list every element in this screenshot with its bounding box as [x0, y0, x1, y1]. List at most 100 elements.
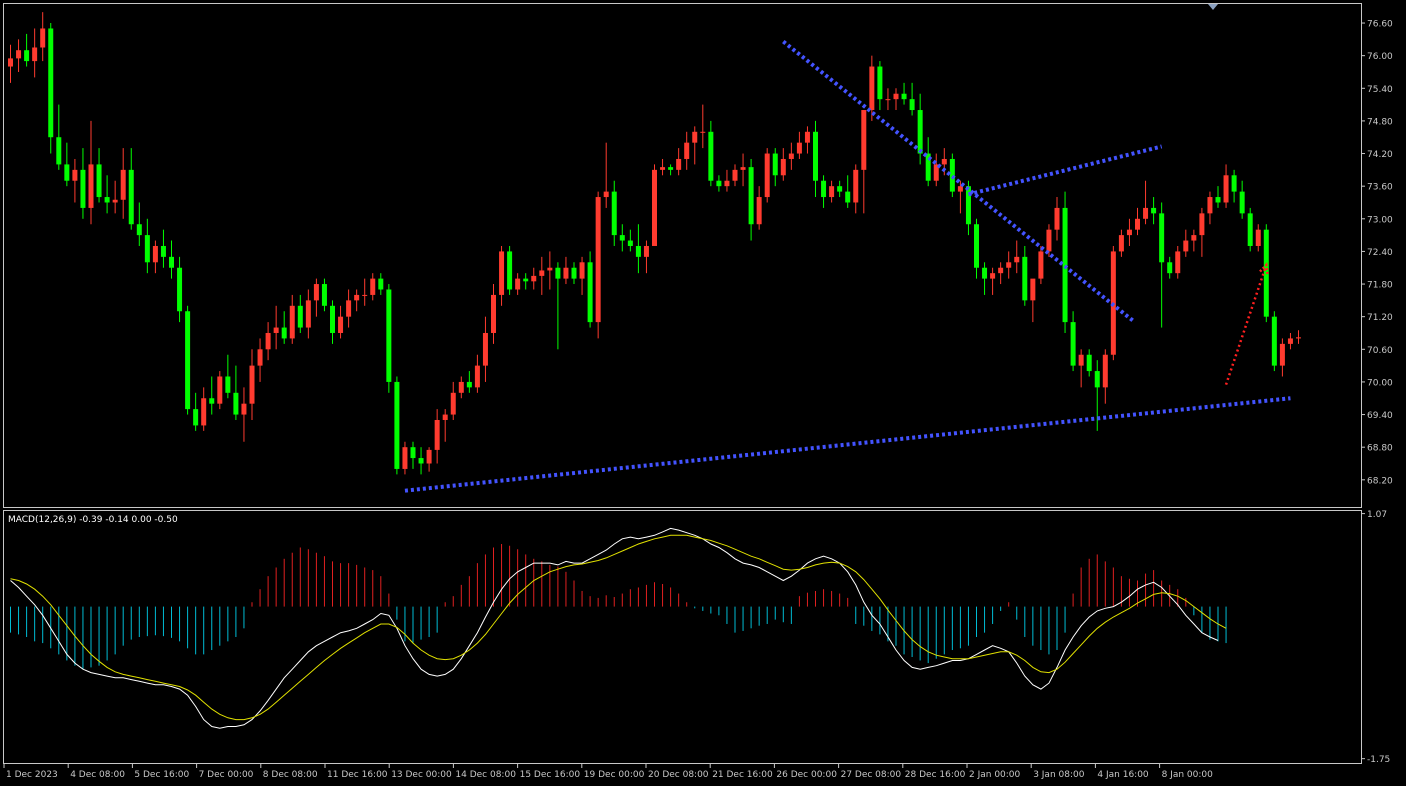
candle: [185, 305, 191, 415]
chart-root: 76.60 76.00 75.40 74.80 74.20 73.60 73.00 72.40…: [0, 0, 1406, 786]
candle-body: [869, 66, 875, 111]
candle-body: [458, 381, 464, 393]
candle: [48, 23, 54, 154]
candle-body: [837, 186, 843, 192]
candle: [1038, 245, 1044, 285]
candle-body: [813, 131, 818, 181]
candle-body: [313, 284, 319, 301]
candle-body: [193, 409, 199, 426]
time-tick-label: 14 Dec 08:00: [455, 770, 516, 780]
candle-body: [201, 398, 207, 426]
candle-body: [821, 180, 827, 198]
candle-body: [796, 142, 802, 154]
candle-body: [426, 449, 432, 464]
candle-body: [1167, 262, 1173, 274]
candle-body: [1191, 235, 1197, 241]
candle-body: [1296, 337, 1301, 339]
candle-body: [1094, 371, 1100, 388]
time-tick-label: 1 Dec 2023: [6, 770, 58, 780]
candle-body: [603, 191, 609, 198]
candle-body: [209, 398, 215, 404]
candle-body: [40, 28, 46, 48]
candle-body: [289, 305, 295, 339]
candle-body: [1014, 256, 1020, 263]
candle: [217, 371, 223, 410]
candle-body: [515, 278, 521, 290]
time-tick-label: 2 Jan 00:00: [969, 770, 1021, 780]
candle-body: [740, 167, 746, 170]
candle-body: [442, 414, 448, 420]
candle-body: [853, 169, 859, 203]
candle: [595, 191, 601, 339]
candle-body: [523, 278, 529, 282]
candle-body: [499, 251, 505, 295]
macd-tick-label: -1.75: [1367, 755, 1390, 765]
candle-body: [64, 164, 70, 181]
macd-tick-label: 1.07: [1367, 510, 1387, 520]
candle-body: [635, 245, 641, 257]
candle-body: [185, 311, 191, 410]
candle-body: [643, 245, 649, 257]
candle-body: [619, 235, 625, 241]
candle-body: [16, 50, 22, 59]
candle-body: [330, 305, 335, 333]
price-tick-label: 68.20: [1367, 476, 1393, 486]
candle-body: [169, 256, 174, 268]
candle-body: [241, 403, 247, 415]
time-tick-label: 19 Dec 00:00: [584, 770, 645, 780]
candle-body: [233, 392, 239, 415]
price-tick-label: 76.60: [1367, 20, 1393, 30]
time-tick-label: 4 Dec 08:00: [70, 770, 125, 780]
candle-body: [1287, 338, 1293, 344]
candle-body: [1231, 175, 1237, 192]
candle-body: [152, 245, 158, 263]
candle-body: [450, 392, 456, 415]
candle-body: [563, 267, 569, 279]
candle-body: [394, 381, 400, 469]
candle-body: [949, 158, 955, 192]
candle-body: [466, 381, 472, 388]
price-tick-label: 75.40: [1367, 85, 1393, 95]
candle-body: [410, 447, 416, 459]
candle-body: [1086, 354, 1092, 372]
candle-body: [732, 169, 738, 181]
candle-body: [257, 349, 263, 366]
candle-body: [780, 158, 786, 176]
candle-body: [788, 153, 794, 159]
candle-body: [684, 142, 690, 159]
candle-body: [482, 332, 488, 366]
candle-body: [273, 327, 279, 333]
candle: [587, 251, 593, 328]
candle-body: [80, 169, 86, 208]
candle-body: [136, 224, 142, 236]
candle-body: [1223, 175, 1229, 203]
candle: [507, 245, 513, 295]
candle-body: [88, 164, 94, 208]
candle-body: [1151, 207, 1157, 214]
candle-body: [1054, 207, 1060, 230]
time-tick-label: 4 Jan 16:00: [1097, 770, 1149, 780]
candle-body: [1271, 316, 1277, 366]
time-tick-label: 21 Dec 16:00: [712, 770, 773, 780]
time-tick-label: 8 Dec 08:00: [263, 770, 318, 780]
time-tick-label: 15 Dec 16:00: [520, 770, 581, 780]
candle-body: [772, 153, 778, 176]
candle-body: [547, 267, 553, 271]
candle-body: [829, 186, 835, 198]
time-tick-label: 26 Dec 00:00: [776, 770, 837, 780]
time-tick-label: 5 Dec 16:00: [134, 770, 189, 780]
candle-body: [346, 300, 352, 317]
candle-body: [1199, 213, 1205, 236]
candle-body: [1143, 207, 1149, 219]
time-tick-label: 8 Jan 00:00: [1162, 770, 1214, 780]
candle-body: [96, 164, 102, 198]
candle-body: [1062, 207, 1068, 323]
candle-body: [579, 262, 585, 279]
time-tick-label: 11 Dec 16:00: [327, 770, 388, 780]
candle-body: [434, 419, 440, 450]
candle-body: [402, 447, 408, 469]
candle-body: [845, 191, 851, 203]
candle-body: [225, 376, 231, 393]
candle-body: [531, 275, 537, 282]
candle: [1271, 311, 1277, 372]
